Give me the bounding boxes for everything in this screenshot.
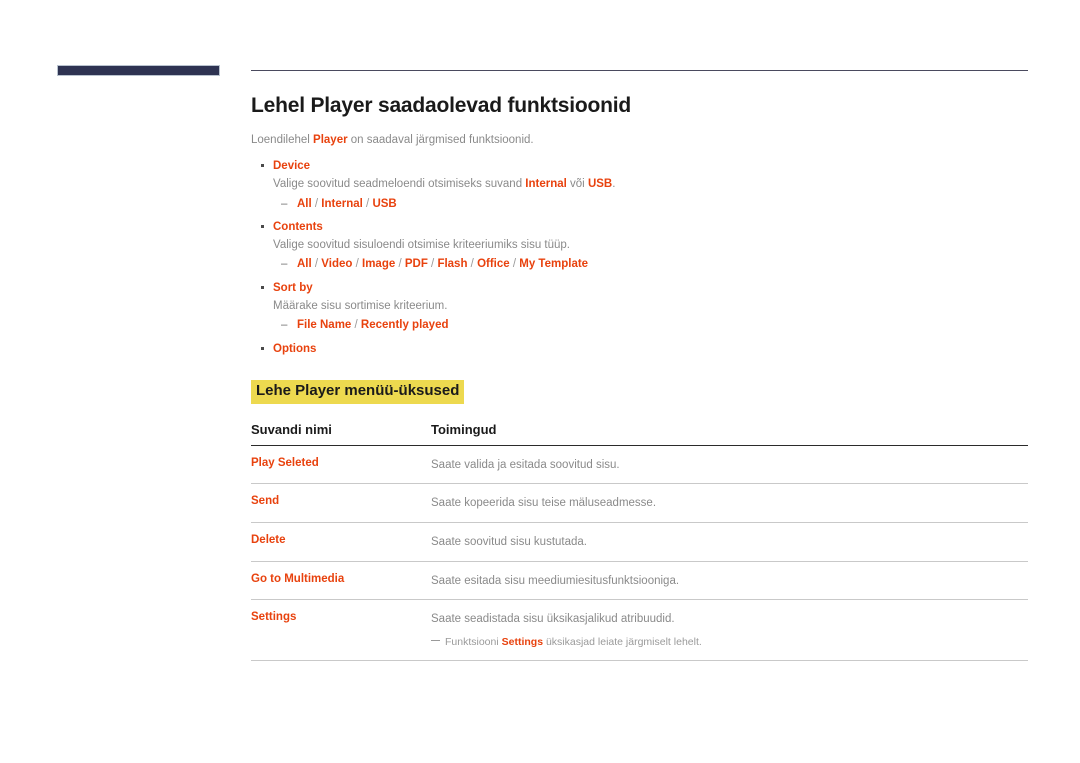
list-item: All / Video / Image / PDF / Flash / Offi… — [273, 255, 1028, 274]
option-action: Saate valida ja esitada soovitud sisu. — [431, 445, 1028, 485]
option-action: Saate soovitud sisu kustutada. — [431, 522, 1028, 562]
option-value: File Name — [297, 319, 352, 332]
desc-term-1: Internal — [525, 178, 567, 191]
desc-mid: või — [566, 178, 588, 191]
option-value: All — [297, 258, 312, 271]
footnote: Funktsiooni Settings üksikasjad leiate j… — [431, 635, 1028, 650]
table-header-row: Suvandi nimi Toimingud — [251, 421, 1028, 446]
document-page: Lehel Player saadaolevad funktsioonid Lo… — [0, 0, 1080, 763]
footnote-term: Settings — [501, 635, 544, 648]
option-name: Settings — [251, 599, 431, 661]
bullet-title: Sort by — [273, 281, 313, 294]
intro-term: Player — [313, 134, 348, 146]
menu-items-table: Suvandi nimi Toimingud Play Seleted Saat… — [251, 421, 1028, 661]
bullet-title: Device — [273, 160, 311, 173]
footnote-before: Funktsiooni — [445, 635, 502, 648]
bullet-title: Options — [273, 342, 317, 355]
desc-after: . — [612, 178, 616, 191]
desc-term-2: USB — [587, 178, 613, 191]
bullet-description: Valige soovitud seadmeloendi otsimiseks … — [273, 176, 1028, 193]
option-value: Video — [321, 258, 353, 271]
option-action: Saate kopeerida sisu teise mäluseadmesse… — [431, 483, 1028, 523]
bullet-options-list: File Name / Recently played — [273, 316, 1028, 335]
option-value: PDF — [404, 258, 428, 271]
page-title: Lehel Player saadaolevad funktsioonid — [251, 94, 632, 117]
list-item: Device Valige soovitud seadmeloendi otsi… — [251, 158, 1028, 213]
option-value: My Template — [519, 258, 589, 271]
bullet-description: Valige soovitud sisuloendi otsimise krit… — [273, 239, 571, 252]
column-header-actions: Toimingud — [431, 421, 1028, 446]
option-value: All — [297, 197, 312, 210]
intro-text-before: Loendilehel — [251, 134, 314, 146]
intro-text-after: on saadaval järgmised funktsioonid. — [347, 134, 534, 146]
feature-bullet-list: Device Valige soovitud seadmeloendi otsi… — [251, 158, 1028, 358]
table-row: Go to Multimedia Saate esitada sisu meed… — [251, 561, 1028, 601]
section-heading: Lehe Player menüü-üksused — [251, 380, 465, 404]
bullet-options-list: All / Internal / USB — [273, 195, 1028, 214]
header-rule — [251, 70, 1028, 71]
header-accent-bar — [57, 65, 220, 76]
table-row: Play Seleted Saate valida ja esitada soo… — [251, 445, 1028, 485]
column-header-option-name: Suvandi nimi — [251, 421, 431, 446]
option-value: USB — [372, 197, 397, 210]
option-name: Send — [251, 483, 431, 523]
footnote-after: üksikasjad leiate järgmiselt lehelt. — [543, 635, 702, 648]
option-value: Image — [362, 258, 396, 271]
option-value: Flash — [437, 258, 468, 271]
option-value: Internal — [321, 197, 363, 210]
list-item: Sort by Määrake sisu sortimise kriteeriu… — [251, 280, 1028, 335]
option-action: Saate seadistada sisu üksikasjalikud atr… — [431, 599, 1028, 661]
table-row: Delete Saate soovitud sisu kustutada. — [251, 522, 1028, 562]
option-value: Recently played — [360, 319, 449, 332]
option-name: Go to Multimedia — [251, 561, 431, 601]
table-body: Play Seleted Saate valida ja esitada soo… — [251, 445, 1028, 661]
bullet-options-list: All / Video / Image / PDF / Flash / Offi… — [273, 255, 1028, 274]
option-name: Delete — [251, 522, 431, 562]
table-row: Send Saate kopeerida sisu teise mälusead… — [251, 483, 1028, 523]
list-item: All / Internal / USB — [273, 195, 1028, 214]
option-name: Play Seleted — [251, 445, 431, 485]
table-row: Settings Saate seadistada sisu üksikasja… — [251, 599, 1028, 661]
bullet-title: Contents — [273, 220, 323, 233]
intro-paragraph: Loendilehel Player on saadaval järgmised… — [251, 132, 1028, 148]
section-heading-wrapper: Lehe Player menüü-üksused — [251, 380, 1028, 404]
list-item: File Name / Recently played — [273, 316, 1028, 335]
option-value: Office — [477, 258, 510, 271]
action-text: Saate seadistada sisu üksikasjalikud atr… — [431, 613, 675, 626]
option-action: Saate esitada sisu meediumiesitusfunktsi… — [431, 561, 1028, 601]
bullet-description: Määrake sisu sortimise kriteerium. — [273, 300, 448, 313]
list-item: Contents Valige soovitud sisuloendi otsi… — [251, 219, 1028, 274]
list-item: Options — [251, 341, 1028, 358]
document-content: Lehel Player saadaolevad funktsioonid Lo… — [251, 94, 1028, 661]
table-header: Suvandi nimi Toimingud — [251, 421, 1028, 446]
desc-before: Valige soovitud seadmeloendi otsimiseks … — [273, 178, 526, 191]
